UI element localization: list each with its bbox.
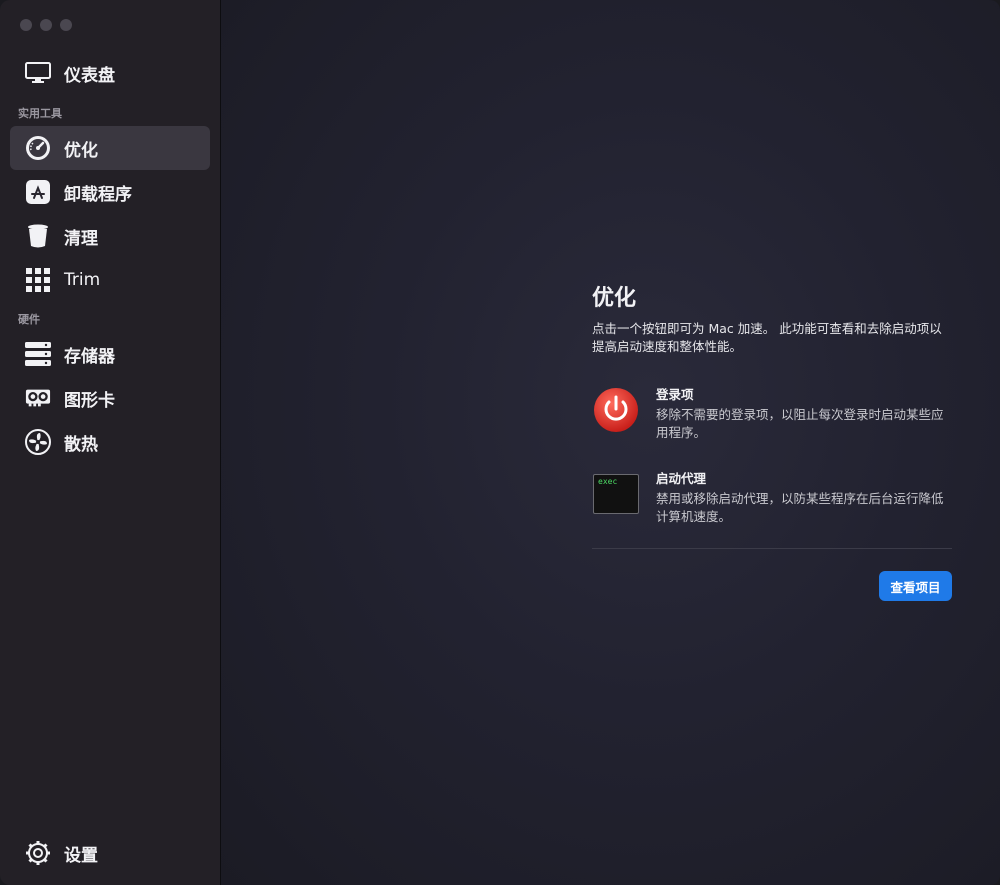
monitor-icon [25, 60, 51, 86]
feature-launch-agents: exec 启动代理 禁用或移除启动代理，以防某些程序在后台运行降低计算机速度。 [592, 470, 952, 540]
sidebar-item-label: 清理 [64, 228, 98, 249]
sidebar-item-trim[interactable]: Trim [10, 258, 210, 302]
window-controls [20, 19, 72, 31]
section-label-tools: 实用工具 [18, 107, 62, 120]
app-window: 仪表盘 实用工具 优化 卸载程序 清理 Trim 硬件 存储器 图形卡 散热 设… [0, 0, 1000, 885]
sidebar-item-uninstaller[interactable]: 卸载程序 [10, 170, 210, 214]
page-description: 点击一个按钮即可为 Mac 加速。 此功能可查看和去除启动项以提高启动速度和整体… [592, 321, 942, 354]
feature-description: 移除不需要的登录项，以阻止每次登录时启动某些应用程序。 [656, 407, 944, 440]
close-window-button[interactable] [20, 19, 32, 31]
speedometer-icon [25, 135, 51, 161]
sidebar-item-storage[interactable]: 存储器 [10, 332, 210, 376]
sidebar-item-label: 图形卡 [64, 390, 115, 411]
storage-drive-icon [25, 341, 51, 367]
sidebar-item-label: 散热 [64, 434, 98, 455]
sidebar-item-dashboard[interactable]: 仪表盘 [10, 51, 210, 95]
trash-bin-icon [25, 223, 51, 249]
sidebar-item-label: 存储器 [64, 346, 115, 367]
sidebar-item-label: 优化 [64, 140, 98, 161]
sidebar-item-label: 设置 [64, 845, 98, 866]
feature-title: 登录项 [656, 387, 694, 402]
sidebar-item-label: Trim [64, 270, 101, 290]
sidebar-item-settings[interactable]: 设置 [10, 831, 210, 875]
divider [592, 548, 952, 549]
sidebar-item-cooling[interactable]: 散热 [10, 420, 210, 464]
gear-icon [25, 840, 51, 866]
feature-login-items: 登录项 移除不需要的登录项，以阻止每次登录时启动某些应用程序。 [592, 386, 952, 456]
sidebar-item-clean[interactable]: 清理 [10, 214, 210, 258]
graphics-card-icon [25, 385, 51, 411]
sidebar-item-label: 仪表盘 [64, 65, 115, 86]
feature-description: 禁用或移除启动代理，以防某些程序在后台运行降低计算机速度。 [656, 491, 944, 524]
main-content: 优化 点击一个按钮即可为 Mac 加速。 此功能可查看和去除启动项以提高启动速度… [221, 0, 1000, 885]
grid-icon [25, 267, 51, 293]
zoom-window-button[interactable] [60, 19, 72, 31]
terminal-exec-icon: exec [593, 474, 639, 514]
section-label-hardware: 硬件 [18, 313, 40, 326]
fan-icon [25, 429, 51, 455]
app-store-icon [25, 179, 51, 205]
sidebar-item-graphics[interactable]: 图形卡 [10, 376, 210, 420]
power-icon [592, 386, 640, 434]
minimize-window-button[interactable] [40, 19, 52, 31]
sidebar: 仪表盘 实用工具 优化 卸载程序 清理 Trim 硬件 存储器 图形卡 散热 设… [0, 0, 221, 885]
page-title: 优化 [592, 286, 637, 311]
sidebar-item-optimize[interactable]: 优化 [10, 126, 210, 170]
sidebar-item-label: 卸载程序 [64, 184, 132, 205]
feature-title: 启动代理 [656, 471, 707, 486]
view-items-button[interactable]: 查看项目 [879, 571, 952, 601]
